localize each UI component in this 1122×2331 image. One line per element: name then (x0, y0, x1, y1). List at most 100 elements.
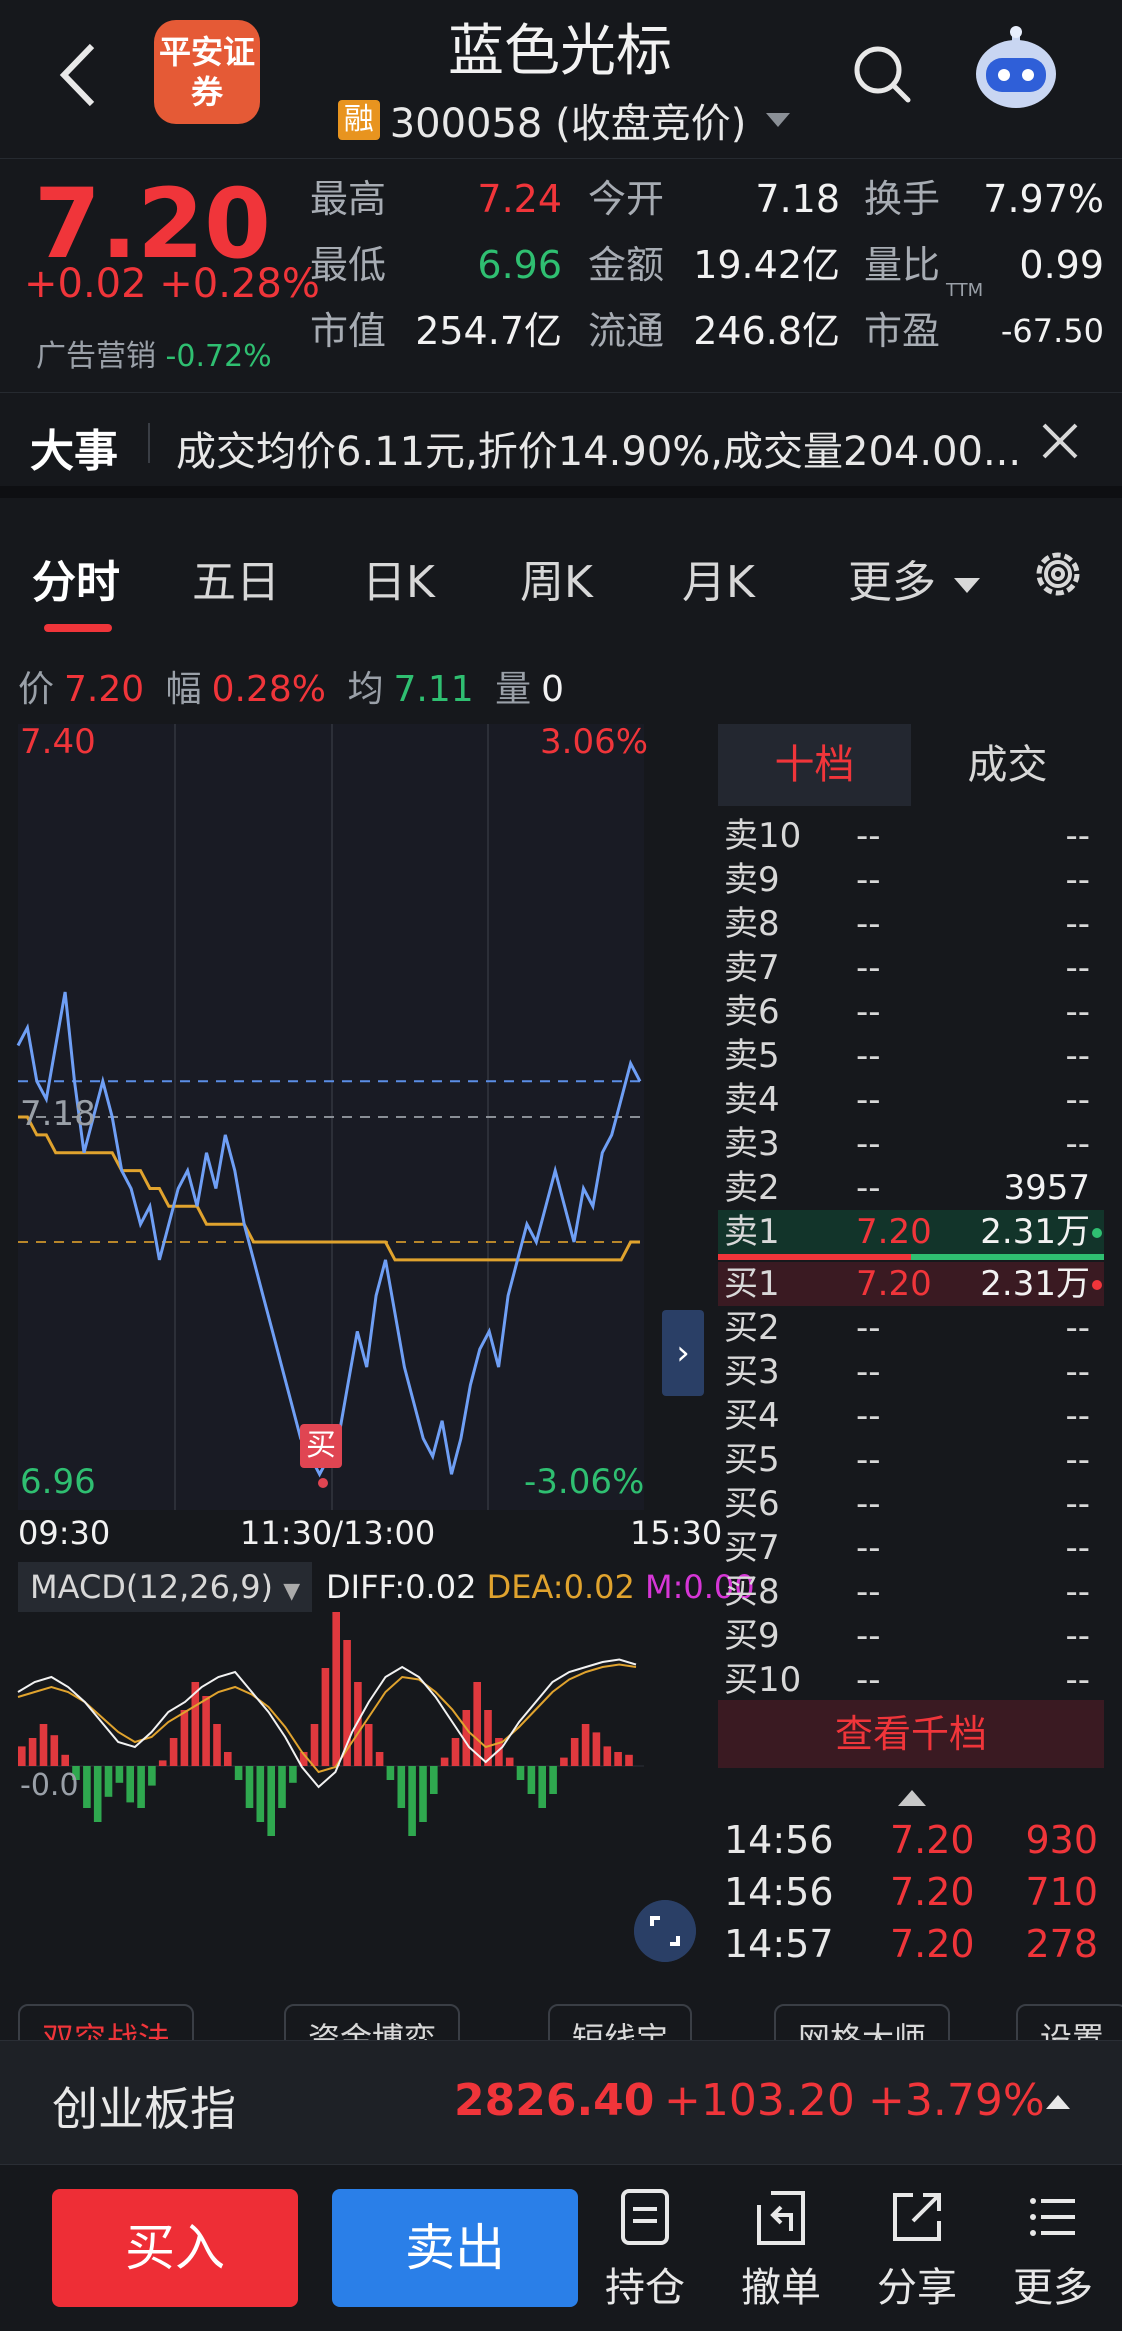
stat-label: 量比 (864, 243, 941, 287)
bottom-action-bar: 买入 卖出 持仓 撤单 分享 更多 (0, 2164, 1122, 2331)
macd-histogram-bar (354, 1682, 362, 1766)
macd-name: MACD(12,26,9) (30, 1568, 274, 1606)
share-icon (893, 2193, 941, 2241)
tab-weekly-k[interactable]: 周K (520, 546, 593, 610)
macd-histogram-bar (224, 1752, 232, 1766)
ask-level-row[interactable]: 卖10 -- -- (718, 814, 1104, 858)
trade-row: 14:56 7.20 930 (718, 1814, 1104, 1866)
y-top-pct: 3.06% (540, 722, 649, 762)
tab-trades[interactable]: 成交 (911, 724, 1104, 806)
sector-info[interactable]: 广告营销 -0.72% (36, 331, 272, 375)
tab-monthly-k[interactable]: 月K (682, 546, 755, 610)
macd-indicator-selector[interactable]: MACD(12,26,9) ▼ (18, 1562, 313, 1612)
y-top-price: 7.40 (20, 722, 96, 762)
ask-level-row[interactable]: 卖1 7.20 2.31万 (718, 1210, 1104, 1254)
tab-ten-levels[interactable]: 十档 (718, 724, 911, 806)
robot-assistant-icon[interactable] (970, 26, 1062, 116)
level-label: 卖10 (724, 816, 802, 856)
expand-orderbook-button[interactable]: › (662, 1310, 704, 1396)
pill-double-breakout[interactable]: 双突战法 (18, 2004, 195, 2040)
index-ticker[interactable]: 创业板指 2826.40 +103.20 +3.79% (0, 2040, 1122, 2164)
ask-level-row[interactable]: 卖9 -- -- (718, 858, 1104, 902)
tab-more[interactable]: 更多 (848, 546, 980, 610)
pill-settings[interactable]: 设置 (1016, 2004, 1122, 2040)
bid-level-row[interactable]: 买7 -- -- (718, 1526, 1104, 1570)
tab-intraday[interactable]: 分时 (32, 546, 120, 610)
macd-histogram-bar (18, 1746, 26, 1766)
stat-pe: -67.50 (1000, 312, 1104, 350)
intraday-chart[interactable] (0, 720, 718, 1990)
more-button[interactable]: 更多 (998, 2187, 1108, 2317)
ask-level-row[interactable]: 卖6 -- -- (718, 990, 1104, 1034)
macd-histogram-bar (440, 1757, 449, 1766)
level-label: 卖2 (724, 1168, 780, 1208)
header: 平安证券 蓝色光标 融 300058 (收盘竞价) (0, 0, 1122, 158)
holdings-button[interactable]: 持仓 (590, 2187, 700, 2317)
level-label: 买9 (724, 1616, 780, 1656)
tab-active-indicator (44, 624, 112, 632)
stock-code-selector[interactable]: 融 300058 (收盘竞价) (324, 94, 804, 147)
macd-dea: DEA:0.02 (486, 1568, 635, 1606)
macd-histogram-bar (137, 1766, 145, 1808)
ask-level-row[interactable]: 卖7 -- -- (718, 946, 1104, 990)
share-button[interactable]: 分享 (862, 2187, 972, 2317)
macd-histogram-bar (570, 1738, 579, 1766)
level-volume: -- (1065, 1440, 1090, 1480)
pill-grid-master[interactable]: 网格大师 (774, 2004, 951, 2040)
macd-histogram-bar (39, 1724, 48, 1766)
bid-level-row[interactable]: 买5 -- -- (718, 1438, 1104, 1482)
level-price: -- (856, 1168, 881, 1208)
level-price: -- (856, 1124, 881, 1164)
fullscreen-icon[interactable] (634, 1900, 696, 1962)
bid-level-row[interactable]: 买4 -- -- (718, 1394, 1104, 1438)
view-thousand-levels-button[interactable]: 查看千档 (718, 1700, 1104, 1768)
sell-button[interactable]: 卖出 (332, 2189, 578, 2307)
macd-histogram-bar (83, 1766, 91, 1808)
tab-five-day[interactable]: 五日 (192, 546, 280, 610)
bid-level-row[interactable]: 买6 -- -- (718, 1482, 1104, 1526)
bid-level-row[interactable]: 买10 -- -- (718, 1658, 1104, 1702)
cancel-order-button[interactable]: 撤单 (726, 2187, 836, 2317)
buy-signal-marker[interactable]: 买 (300, 1424, 342, 1468)
trade-row: 14:56 7.20 710 (718, 1866, 1104, 1918)
level-label: 买10 (724, 1660, 802, 1700)
search-icon[interactable] (852, 44, 912, 104)
event-bar[interactable]: 大事 成交均价6.11元,折价14.90%,成交量204.00... (0, 392, 1122, 498)
stat-label: 换手 (864, 177, 941, 221)
pill-fund-game[interactable]: 资金博弈 (284, 2004, 461, 2040)
stat-turnover: 7.97% (983, 177, 1104, 221)
bid-level-row[interactable]: 买3 -- -- (718, 1350, 1104, 1394)
stat-low: 6.96 (477, 243, 562, 287)
stat-open: 7.18 (755, 177, 840, 221)
ask-level-row[interactable]: 卖5 -- -- (718, 1034, 1104, 1078)
level-volume: -- (1065, 1616, 1090, 1656)
chevron-up-icon[interactable] (1046, 2095, 1070, 2109)
macd-histogram-bar (516, 1766, 525, 1780)
bid-level-row[interactable]: 买9 -- -- (718, 1614, 1104, 1658)
level-label: 卖1 (724, 1212, 780, 1252)
level-label: 买1 (724, 1264, 780, 1304)
tab-daily-k[interactable]: 日K (362, 546, 435, 610)
ask-level-row[interactable]: 卖2 -- 3957 (718, 1166, 1104, 1210)
chevron-up-icon[interactable] (898, 1790, 926, 1806)
macd-histogram-bar (332, 1612, 340, 1766)
level-price: -- (856, 1572, 881, 1612)
event-text[interactable]: 成交均价6.11元,折价14.90%,成交量204.00... (176, 419, 1036, 477)
ask-level-row[interactable]: 卖8 -- -- (718, 902, 1104, 946)
ask-level-row[interactable]: 卖3 -- -- (718, 1122, 1104, 1166)
level-label: 买2 (724, 1308, 780, 1348)
y-mid-price: 7.18 (20, 1094, 96, 1134)
gear-icon[interactable] (1030, 546, 1086, 602)
close-icon[interactable] (1040, 421, 1080, 461)
macd-histogram-bar (126, 1766, 134, 1803)
bid-level-row[interactable]: 买1 7.20 2.31万 (718, 1262, 1104, 1306)
y-bottom-pct: -3.06% (524, 1462, 645, 1502)
pill-short-term[interactable]: 短线宝 (548, 2004, 693, 2040)
buy-button[interactable]: 买入 (52, 2189, 298, 2307)
stock-name[interactable]: 蓝色光标 (340, 6, 780, 87)
bid-level-row[interactable]: 买2 -- -- (718, 1306, 1104, 1350)
back-arrow-icon[interactable] (56, 40, 100, 110)
bid-level-row[interactable]: 买8 -- -- (718, 1570, 1104, 1614)
ask-level-row[interactable]: 卖4 -- -- (718, 1078, 1104, 1122)
holdings-icon (621, 2189, 669, 2245)
